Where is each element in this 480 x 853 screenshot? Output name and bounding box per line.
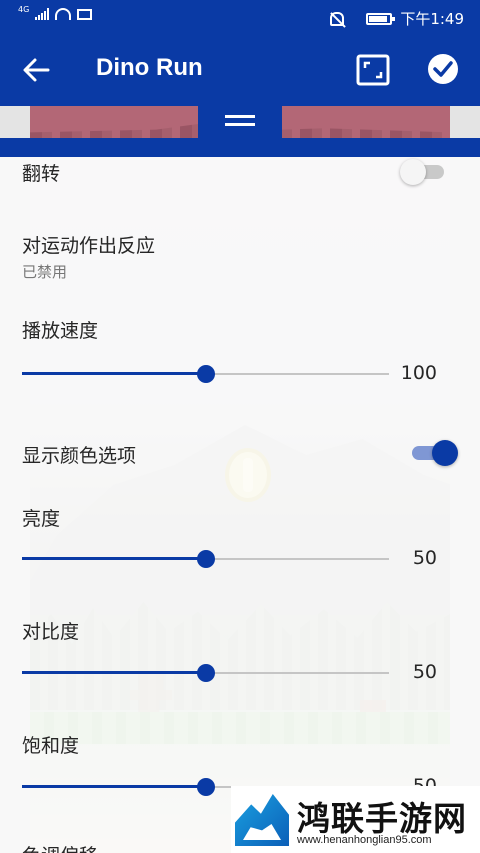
network-type-label: 4G: [18, 4, 30, 14]
contrast-label: 对比度: [22, 621, 80, 643]
site-watermark: 鸿联手游网 www.henanhonglian95.com: [231, 786, 480, 853]
status-bar: 4G 下午1:49: [0, 0, 480, 34]
drag-handle-icon: [225, 114, 255, 118]
hue-shift-label: 色调偏移: [22, 841, 98, 853]
motion-label: 对运动作出反应: [22, 235, 156, 257]
brightness-label: 亮度: [22, 508, 61, 530]
drag-handle[interactable]: [198, 100, 282, 140]
slider-thumb[interactable]: [196, 365, 215, 383]
slider-thumb[interactable]: [196, 664, 215, 682]
app-bar: Dino Run: [0, 34, 480, 106]
page-title: Dino Run: [96, 54, 203, 81]
wifi-icon: [55, 8, 72, 20]
slider-thumb[interactable]: [196, 550, 215, 568]
saturation-label: 饱和度: [22, 735, 80, 757]
motion-status: 已禁用: [22, 263, 68, 281]
fullscreen-icon: [356, 54, 390, 86]
slider-thumb[interactable]: [196, 778, 215, 796]
battery-icon: [366, 12, 396, 25]
arrow-left-icon: [23, 58, 50, 82]
brightness-slider[interactable]: [22, 547, 389, 571]
color-options-label: 显示颜色选项: [22, 445, 137, 467]
playback-speed-slider[interactable]: [22, 362, 389, 386]
status-time: 下午1:49: [400, 10, 464, 28]
flip-toggle[interactable]: [400, 155, 444, 189]
playback-speed-value: 100: [400, 362, 437, 384]
mail-icon: [77, 8, 93, 20]
settings-panel: 翻转 对运动作出反应 已禁用 播放速度 100 显示颜色选项 亮度 50 对比度…: [0, 157, 480, 853]
contrast-slider[interactable]: [22, 661, 389, 685]
contrast-value: 50: [412, 661, 437, 683]
notifications-muted-icon: [330, 11, 345, 26]
watermark-url: www.henanhonglian95.com: [297, 834, 432, 846]
check-circle-icon: [428, 54, 458, 84]
watermark-title: 鸿联手游网: [297, 799, 467, 838]
fullscreen-button[interactable]: [356, 54, 390, 86]
back-button[interactable]: [18, 52, 54, 88]
cell-signal-icon: [35, 8, 50, 20]
playback-speed-label: 播放速度: [22, 320, 99, 342]
brightness-value: 50: [412, 547, 437, 569]
confirm-button[interactable]: [426, 52, 460, 86]
flip-label: 翻转: [22, 163, 61, 185]
color-options-toggle[interactable]: [408, 436, 458, 470]
site-logo-icon: [235, 794, 289, 846]
